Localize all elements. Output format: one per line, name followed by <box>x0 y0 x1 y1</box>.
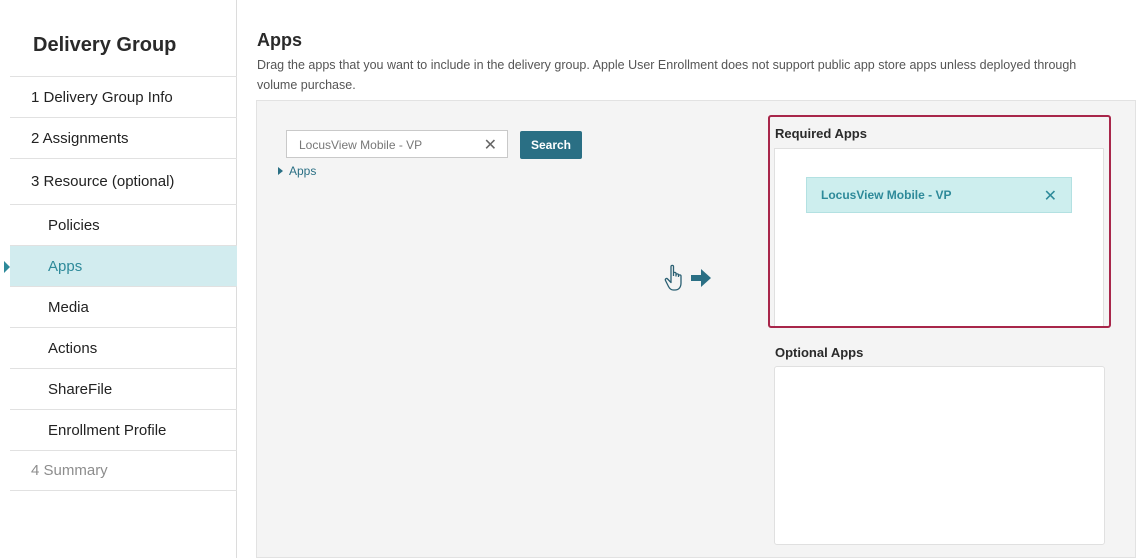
sidebar-item-apps[interactable]: Apps <box>4 245 237 286</box>
sidebar-item-actions[interactable]: Actions <box>10 327 237 368</box>
search-value: LocusView Mobile - VP <box>299 138 423 152</box>
page-title: Apps <box>257 30 302 50</box>
arrow-right-icon <box>691 269 711 287</box>
remove-app-icon[interactable]: ✕ <box>1044 186 1057 206</box>
sidebar-item-assignments[interactable]: 2 Assignments <box>10 117 237 158</box>
optional-apps-label: Optional Apps <box>775 345 864 360</box>
search-input[interactable]: LocusView Mobile - VP ✕ <box>286 130 508 158</box>
sidebar: Delivery Group 1 Delivery Group Info 2 A… <box>0 0 237 558</box>
required-apps-dropzone[interactable] <box>774 148 1104 326</box>
sidebar-title: Delivery Group <box>33 34 177 56</box>
active-indicator-icon <box>4 261 10 273</box>
clear-search-icon[interactable]: ✕ <box>484 135 497 155</box>
sidebar-nav: 1 Delivery Group Info 2 Assignments 3 Re… <box>4 76 237 491</box>
hand-pointer-icon <box>664 264 682 291</box>
drag-hint <box>664 263 712 293</box>
required-apps-label: Required Apps <box>775 126 867 141</box>
sidebar-item-summary[interactable]: 4 Summary <box>10 450 237 491</box>
search-button[interactable]: Search <box>520 131 582 159</box>
caret-right-icon <box>278 167 283 175</box>
required-app-chip[interactable]: LocusView Mobile - VP ✕ <box>806 177 1072 213</box>
sidebar-item-resource[interactable]: 3 Resource (optional) <box>10 158 237 204</box>
sidebar-item-sharefile[interactable]: ShareFile <box>10 368 237 409</box>
sidebar-item-media[interactable]: Media <box>10 286 237 327</box>
apps-tree-node[interactable]: Apps <box>278 164 316 178</box>
sidebar-item-label: Apps <box>48 257 83 275</box>
apps-tree-label: Apps <box>289 164 317 178</box>
optional-apps-dropzone[interactable] <box>774 366 1105 545</box>
required-app-name: LocusView Mobile - VP <box>821 188 952 202</box>
sidebar-item-delivery-group-info[interactable]: 1 Delivery Group Info <box>10 76 237 117</box>
sidebar-item-enrollment-profile[interactable]: Enrollment Profile <box>10 409 237 450</box>
sidebar-item-policies[interactable]: Policies <box>10 204 237 245</box>
page-description: Drag the apps that you want to include i… <box>257 58 1077 92</box>
